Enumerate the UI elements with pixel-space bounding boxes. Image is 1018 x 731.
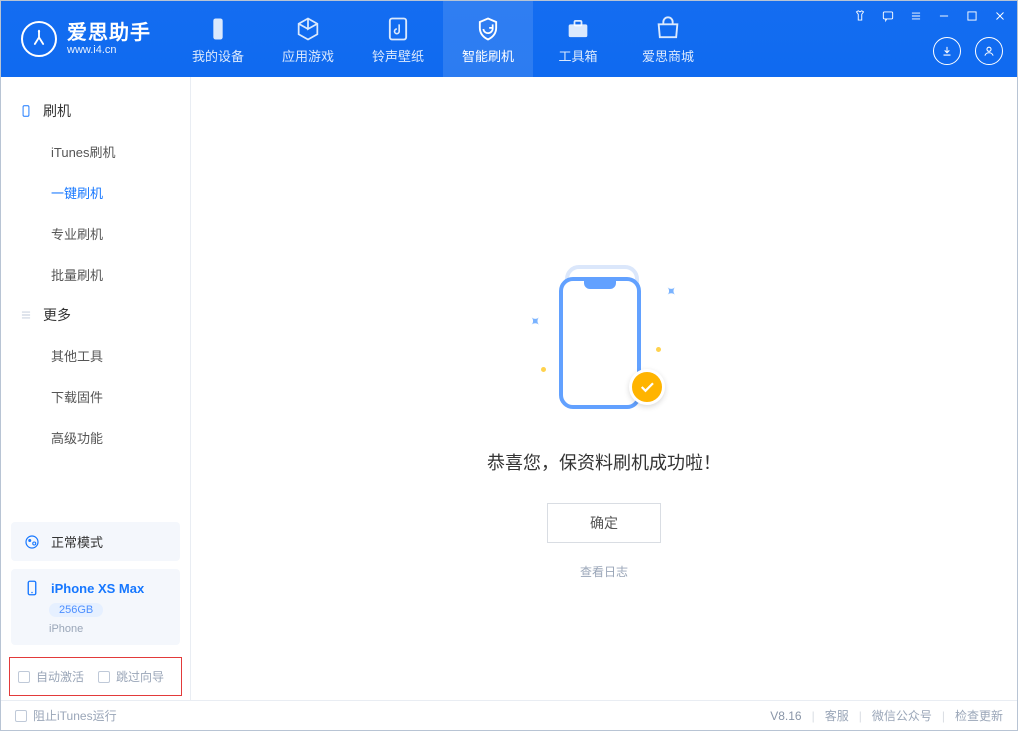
user-controls	[933, 37, 1003, 65]
nav-my-device[interactable]: 我的设备	[173, 1, 263, 77]
main-nav: 我的设备 应用游戏 铃声壁纸 智能刷机 工具箱 爱思商城	[173, 1, 713, 77]
menu-icon[interactable]	[907, 7, 925, 25]
device-icon	[204, 14, 232, 44]
sidebar-group-more: 更多	[1, 295, 190, 335]
shirt-icon[interactable]	[851, 7, 869, 25]
user-button[interactable]	[975, 37, 1003, 65]
sidebar-item-pro-flash[interactable]: 专业刷机	[1, 213, 190, 254]
maximize-button[interactable]	[963, 7, 981, 25]
refresh-shield-icon	[474, 14, 502, 44]
footer-link-wechat[interactable]: 微信公众号	[872, 707, 932, 724]
nav-apps-games[interactable]: 应用游戏	[263, 1, 353, 77]
logo-icon	[21, 21, 57, 57]
checkbox-auto-activate[interactable]: 自动激活	[18, 668, 84, 685]
mode-label: 正常模式	[51, 532, 103, 551]
version-label: V8.16	[770, 709, 801, 723]
sidebar-item-download-firmware[interactable]: 下载固件	[1, 376, 190, 417]
status-bar: 阻止iTunes运行 V8.16 | 客服 | 微信公众号 | 检查更新	[1, 700, 1017, 730]
main-content: ✦ ✦ 恭喜您，保资料刷机成功啦！ 确定 查看日志	[191, 77, 1017, 700]
nav-ringtone-wallpaper[interactable]: 铃声壁纸	[353, 1, 443, 77]
list-icon	[19, 308, 33, 322]
checkbox-icon	[18, 671, 30, 683]
close-button[interactable]	[991, 7, 1009, 25]
nav-store[interactable]: 爱思商城	[623, 1, 713, 77]
feedback-icon[interactable]	[879, 7, 897, 25]
mode-icon	[23, 533, 41, 551]
nav-smart-flash[interactable]: 智能刷机	[443, 1, 533, 77]
sidebar-group-flash: 刷机	[1, 91, 190, 131]
window-controls	[851, 7, 1009, 25]
success-message: 恭喜您，保资料刷机成功啦！	[487, 449, 721, 475]
sidebar-item-itunes-flash[interactable]: iTunes刷机	[1, 131, 190, 172]
phone-icon	[19, 104, 33, 118]
sidebar-item-batch-flash[interactable]: 批量刷机	[1, 254, 190, 295]
sidebar-item-advanced[interactable]: 高级功能	[1, 417, 190, 458]
sidebar-item-oneclick-flash[interactable]: 一键刷机	[1, 172, 190, 213]
app-window: 爱思助手 www.i4.cn 我的设备 应用游戏 铃声壁纸 智能刷机	[0, 0, 1018, 731]
device-phone-icon	[23, 579, 41, 597]
checkbox-icon	[15, 710, 27, 722]
ok-button[interactable]: 确定	[547, 503, 661, 543]
checkbox-icon	[98, 671, 110, 683]
sidebar: 刷机 iTunes刷机 一键刷机 专业刷机 批量刷机 更多 其他工具 下载固件 …	[1, 77, 191, 700]
app-subtitle: www.i4.cn	[67, 44, 151, 56]
title-bar: 爱思助手 www.i4.cn 我的设备 应用游戏 铃声壁纸 智能刷机	[1, 1, 1017, 77]
checkbox-block-itunes[interactable]: 阻止iTunes运行	[15, 707, 117, 724]
music-file-icon	[384, 14, 412, 44]
mode-panel[interactable]: 正常模式	[11, 522, 180, 561]
check-icon	[629, 369, 665, 405]
sidebar-item-other-tools[interactable]: 其他工具	[1, 335, 190, 376]
nav-toolbox[interactable]: 工具箱	[533, 1, 623, 77]
device-capacity: 256GB	[49, 603, 103, 617]
device-type: iPhone	[49, 623, 83, 635]
device-panel[interactable]: iPhone XS Max 256GB iPhone	[11, 569, 180, 645]
success-illustration: ✦ ✦	[519, 257, 689, 427]
app-title: 爱思助手	[67, 22, 151, 44]
footer-link-update[interactable]: 检查更新	[955, 707, 1003, 724]
app-logo: 爱思助手 www.i4.cn	[1, 1, 167, 77]
store-icon	[654, 14, 682, 44]
checkbox-skip-guide[interactable]: 跳过向导	[98, 668, 164, 685]
cube-icon	[294, 14, 322, 44]
app-body: 刷机 iTunes刷机 一键刷机 专业刷机 批量刷机 更多 其他工具 下载固件 …	[1, 77, 1017, 700]
minimize-button[interactable]	[935, 7, 953, 25]
options-highlight-box: 自动激活 跳过向导	[9, 657, 182, 696]
footer-link-service[interactable]: 客服	[825, 707, 849, 724]
device-name: iPhone XS Max	[51, 581, 144, 596]
view-log-link[interactable]: 查看日志	[580, 563, 628, 580]
download-button[interactable]	[933, 37, 961, 65]
toolbox-icon	[564, 14, 592, 44]
